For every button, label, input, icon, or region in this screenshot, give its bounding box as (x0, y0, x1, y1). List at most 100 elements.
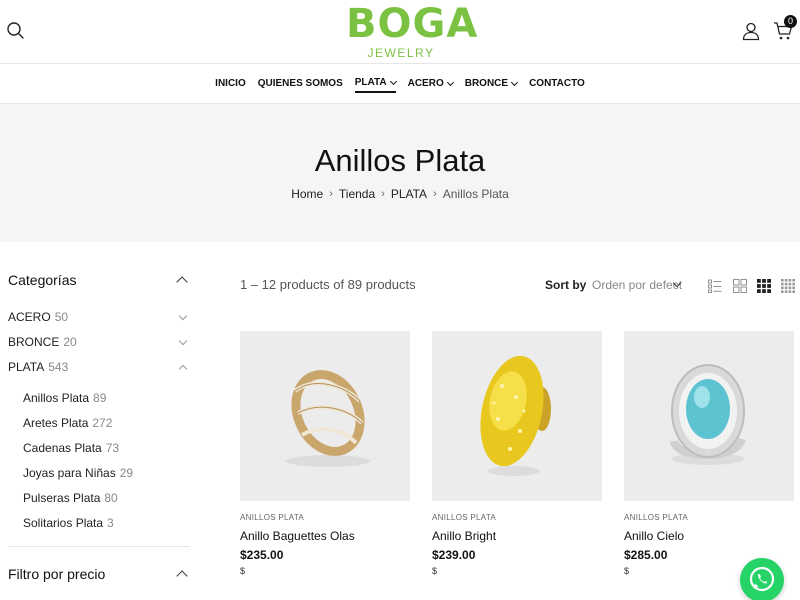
category-label[interactable]: BRONCE 20 (8, 335, 77, 349)
user-account-icon[interactable] (741, 21, 761, 41)
nav-label: CONTACTO (529, 78, 585, 89)
subcategory-count: 3 (107, 516, 114, 530)
subcategory-count: 272 (92, 416, 113, 430)
subcategory-count: 29 (119, 466, 134, 480)
page-title: Anillos Plata (314, 143, 486, 178)
sort-select[interactable]: Orden por defecto (592, 278, 682, 294)
subcategory-aretes-plata[interactable]: Aretes Plata 272 (23, 414, 112, 432)
product-currency: $ (240, 566, 246, 576)
nav-item-quienes-somos[interactable]: QUIENES SOMOS (258, 75, 343, 93)
cart-count-badge: 0 (784, 15, 797, 28)
nav-label: ACERO (407, 78, 444, 89)
grid-4-icon[interactable] (781, 278, 795, 293)
grid-3-icon[interactable] (757, 278, 771, 293)
logo-text: BOGA (346, 1, 479, 47)
chevron-up-icon[interactable] (178, 364, 188, 373)
product-name[interactable]: Anillo Cielo (624, 529, 684, 543)
product-category[interactable]: ANILLOS PLATA (432, 513, 496, 522)
subcategory-pulseras-plata[interactable]: Pulseras Plata 80 (23, 489, 118, 507)
subcategory-joyas-ninas[interactable]: Joyas para Niñas 29 (23, 464, 133, 482)
product-category[interactable]: ANILLOS PLATA (624, 513, 688, 522)
subcategory-name: Aretes Plata (23, 416, 89, 430)
chevron-down-icon[interactable] (178, 311, 188, 320)
chevron-down-icon (511, 78, 519, 87)
chevron-right-icon: › (381, 188, 385, 200)
product-image[interactable] (432, 331, 602, 501)
chevron-up-icon[interactable] (176, 276, 188, 288)
breadcrumb-tienda[interactable]: Tienda (339, 187, 375, 201)
breadcrumb-current: Anillos Plata (442, 187, 509, 201)
category-name: PLATA (8, 360, 45, 374)
category-bronce[interactable]: BRONCE 20 (8, 333, 190, 351)
chevron-right-icon: › (433, 188, 437, 200)
site-header: BOGA JEWELRY 0 (0, 0, 800, 64)
subcategory-name: Solitarios Plata (23, 516, 104, 530)
category-count: 50 (54, 310, 69, 324)
subcategory-solitarios-plata[interactable]: Solitarios Plata 3 (23, 514, 114, 532)
product-currency: $ (624, 566, 630, 576)
product-image[interactable] (624, 331, 794, 501)
subcategory-count: 89 (93, 391, 107, 405)
subcategory-name: Anillos Plata (23, 391, 90, 405)
nav-item-acero[interactable]: ACERO (407, 75, 454, 93)
product-currency: $ (432, 566, 438, 576)
category-plata[interactable]: PLATA 543 (8, 358, 190, 376)
grid-2-icon[interactable] (733, 278, 747, 293)
breadcrumb: Home › Tienda › PLATA › Anillos Plata (0, 187, 800, 201)
chevron-down-icon[interactable] (178, 336, 188, 345)
product-card[interactable]: ANILLOS PLATA Anillo Baguettes Olas $235… (240, 331, 410, 576)
product-category[interactable]: ANILLOS PLATA (240, 513, 304, 522)
site-logo[interactable]: BOGA JEWELRY (346, 1, 479, 62)
nav-label: PLATA (354, 77, 387, 88)
category-name: BRONCE (8, 335, 60, 349)
main-nav: INICIO QUIENES SOMOS PLATA ACERO BRONCE … (0, 65, 800, 104)
subcategory-count: 80 (104, 491, 118, 505)
breadcrumb-home[interactable]: Home (291, 187, 323, 201)
subcategory-name: Cadenas Plata (23, 441, 102, 455)
nav-item-plata[interactable]: PLATA (354, 75, 397, 93)
chevron-down-icon (446, 78, 454, 87)
nav-item-bronce[interactable]: BRONCE (464, 75, 519, 93)
subcategory-name: Joyas para Niñas (23, 466, 116, 480)
sort-label: Sort by (545, 278, 587, 292)
category-acero[interactable]: ACERO 50 (8, 308, 190, 326)
whatsapp-icon (749, 566, 775, 592)
product-price: $235.00 (240, 548, 284, 562)
product-image[interactable] (240, 331, 410, 501)
product-name[interactable]: Anillo Bright (432, 529, 496, 543)
logo-subtext: JEWELRY (367, 46, 435, 60)
nav-label: BRONCE (464, 78, 509, 89)
categories-header[interactable]: Categorías (8, 269, 190, 291)
list-view-icon[interactable] (708, 278, 722, 293)
result-count: 1 – 12 products of 89 products (240, 277, 416, 292)
nav-item-contacto[interactable]: CONTACTO (529, 75, 585, 93)
sidebar-divider (8, 546, 190, 547)
product-price: $285.00 (624, 548, 668, 562)
product-price: $239.00 (432, 548, 476, 562)
nav-item-inicio[interactable]: INICIO (215, 75, 246, 93)
subcategory-cadenas-plata[interactable]: Cadenas Plata 73 (23, 439, 119, 457)
categories-title: Categorías (8, 272, 77, 288)
price-filter-header[interactable]: Filtro por precio (8, 563, 190, 585)
chevron-down-icon (389, 77, 397, 86)
category-count: 20 (63, 335, 77, 349)
search-icon[interactable] (6, 21, 26, 41)
product-card[interactable]: ANILLOS PLATA Anillo Cielo $285.00 $ (624, 331, 794, 576)
subcategory-anillos-plata[interactable]: Anillos Plata 89 (23, 389, 106, 407)
price-filter-title: Filtro por precio (8, 566, 106, 582)
nav-label: QUIENES SOMOS (257, 78, 343, 89)
chevron-up-icon[interactable] (176, 570, 188, 582)
breadcrumb-plata[interactable]: PLATA (391, 187, 427, 201)
chevron-right-icon: › (329, 188, 333, 200)
subcategory-name: Pulseras Plata (23, 491, 101, 505)
product-name[interactable]: Anillo Baguettes Olas (240, 529, 355, 543)
whatsapp-chat-button[interactable] (740, 558, 784, 600)
product-card[interactable]: ANILLOS PLATA Anillo Bright $239.00 $ (432, 331, 602, 576)
page-banner: Anillos Plata Home › Tienda › PLATA › An… (0, 104, 800, 242)
category-label[interactable]: PLATA 543 (8, 360, 68, 374)
category-label[interactable]: ACERO 50 (8, 310, 68, 324)
nav-label: INICIO (215, 78, 246, 89)
category-count: 543 (48, 360, 69, 374)
subcategory-count: 73 (105, 441, 120, 455)
category-name: ACERO (8, 310, 51, 324)
